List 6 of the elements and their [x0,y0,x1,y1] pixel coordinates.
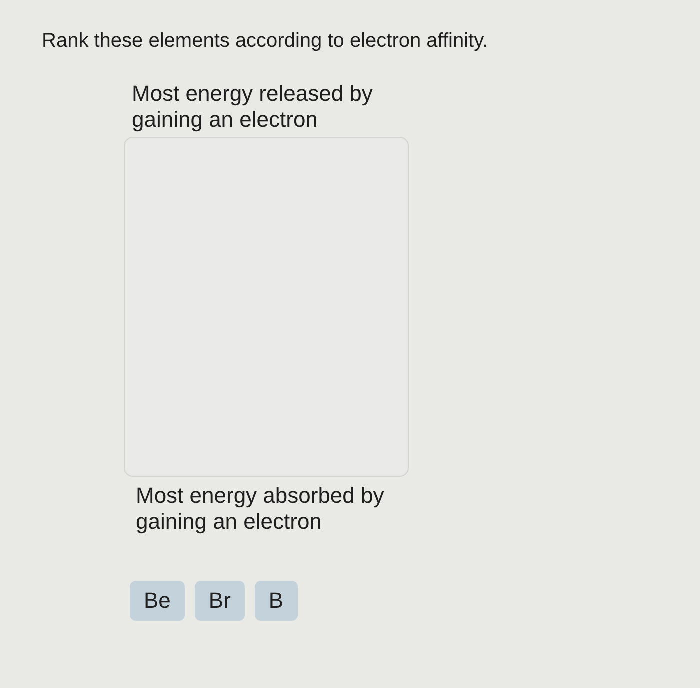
element-tile[interactable]: Br [194,581,245,621]
bottom-rank-label: Most energy absorbed by gaining an electron [136,483,386,535]
question-prompt: Rank these elements according to electron affinity. [42,30,490,53]
element-tile[interactable]: Be [130,581,185,621]
element-tile[interactable]: B [254,581,298,621]
top-rank-label: Most energy released by gaining an electron [132,81,374,133]
